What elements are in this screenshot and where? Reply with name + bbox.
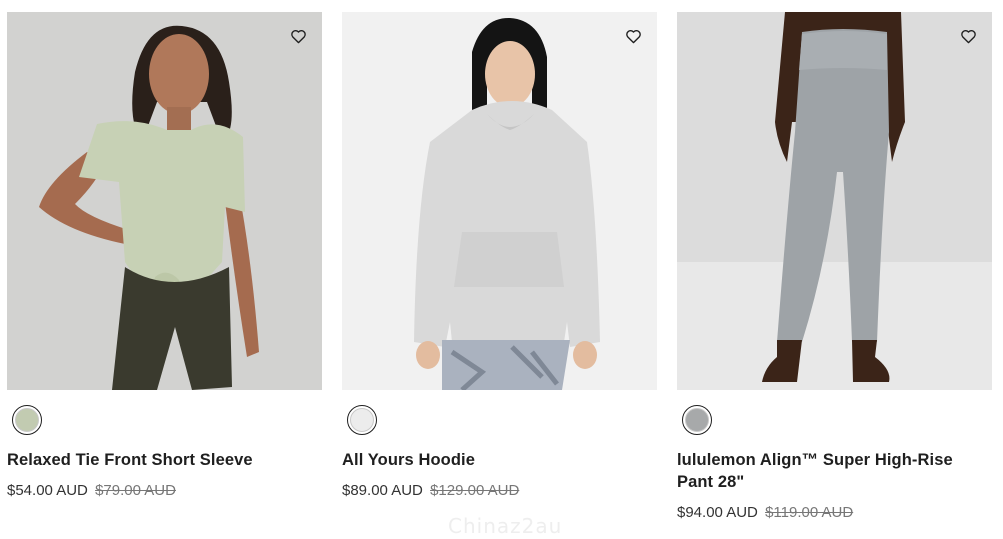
product-title[interactable]: Relaxed Tie Front Short Sleeve	[7, 449, 322, 471]
color-swatch[interactable]	[347, 405, 377, 435]
sale-price: $94.00 AUD	[677, 504, 758, 521]
color-swatch-row	[7, 403, 322, 437]
sale-price: $54.00 AUD	[7, 482, 88, 499]
product-image[interactable]	[7, 12, 322, 390]
product-title[interactable]: lululemon Align™ Super High-Rise Pant 28…	[677, 449, 992, 493]
product-title[interactable]: All Yours Hoodie	[342, 449, 657, 471]
price-row: $94.00 AUD $119.00 AUD	[677, 503, 992, 523]
price-row: $54.00 AUD $79.00 AUD	[7, 481, 322, 501]
product-card[interactable]: All Yours Hoodie $89.00 AUD $129.00 AUD	[342, 12, 657, 523]
swatch-color-dot	[685, 408, 709, 432]
product-card[interactable]: lululemon Align™ Super High-Rise Pant 28…	[677, 12, 992, 523]
watermark: Chinaz2au	[448, 514, 563, 538]
favorite-heart-icon[interactable]	[958, 26, 978, 46]
swatch-color-dot	[350, 408, 374, 432]
product-grid: Relaxed Tie Front Short Sleeve $54.00 AU…	[7, 12, 992, 523]
original-price: $129.00 AUD	[430, 482, 520, 499]
swatch-color-dot	[15, 408, 39, 432]
original-price: $79.00 AUD	[95, 482, 176, 499]
favorite-heart-icon[interactable]	[288, 26, 308, 46]
sale-price: $89.00 AUD	[342, 482, 423, 499]
product-image[interactable]	[342, 12, 657, 390]
color-swatch[interactable]	[12, 405, 42, 435]
favorite-heart-icon[interactable]	[623, 26, 643, 46]
product-card[interactable]: Relaxed Tie Front Short Sleeve $54.00 AU…	[7, 12, 322, 523]
color-swatch-row	[677, 403, 992, 437]
color-swatch-row	[342, 403, 657, 437]
product-image[interactable]	[677, 12, 992, 390]
color-swatch[interactable]	[682, 405, 712, 435]
price-row: $89.00 AUD $129.00 AUD	[342, 481, 657, 501]
original-price: $119.00 AUD	[765, 504, 854, 521]
